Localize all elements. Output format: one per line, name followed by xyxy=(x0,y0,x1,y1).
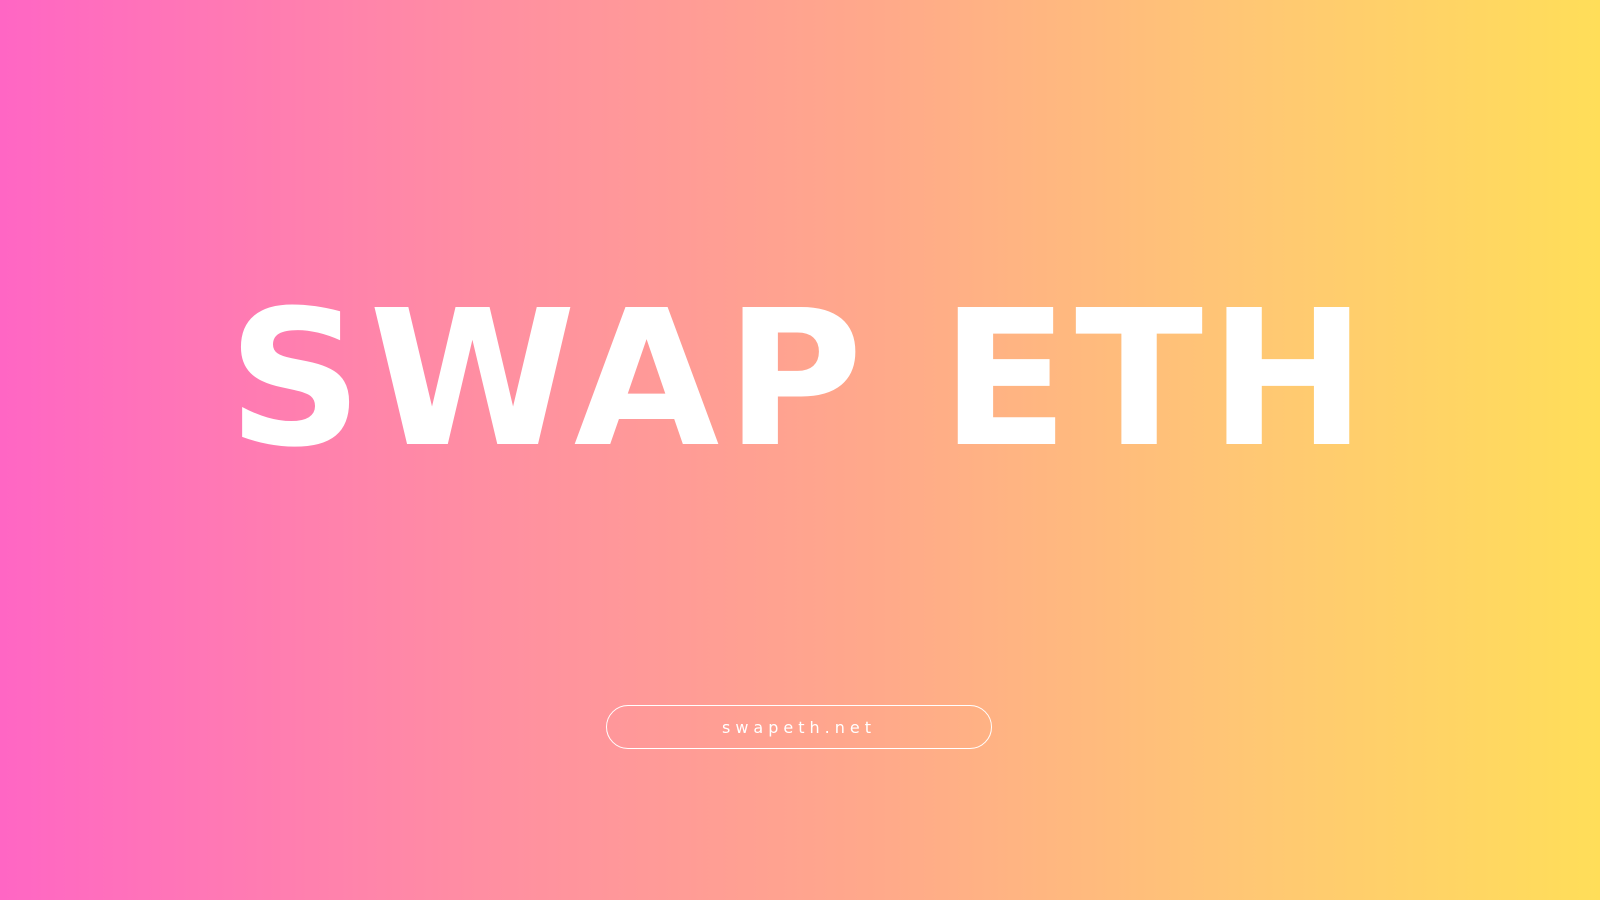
hero-banner: SWAP ETH swapeth.net xyxy=(0,0,1600,900)
headline-title: SWAP ETH xyxy=(227,270,1373,489)
website-link-label: swapeth.net xyxy=(722,717,876,737)
website-link-button[interactable]: swapeth.net xyxy=(606,705,992,749)
